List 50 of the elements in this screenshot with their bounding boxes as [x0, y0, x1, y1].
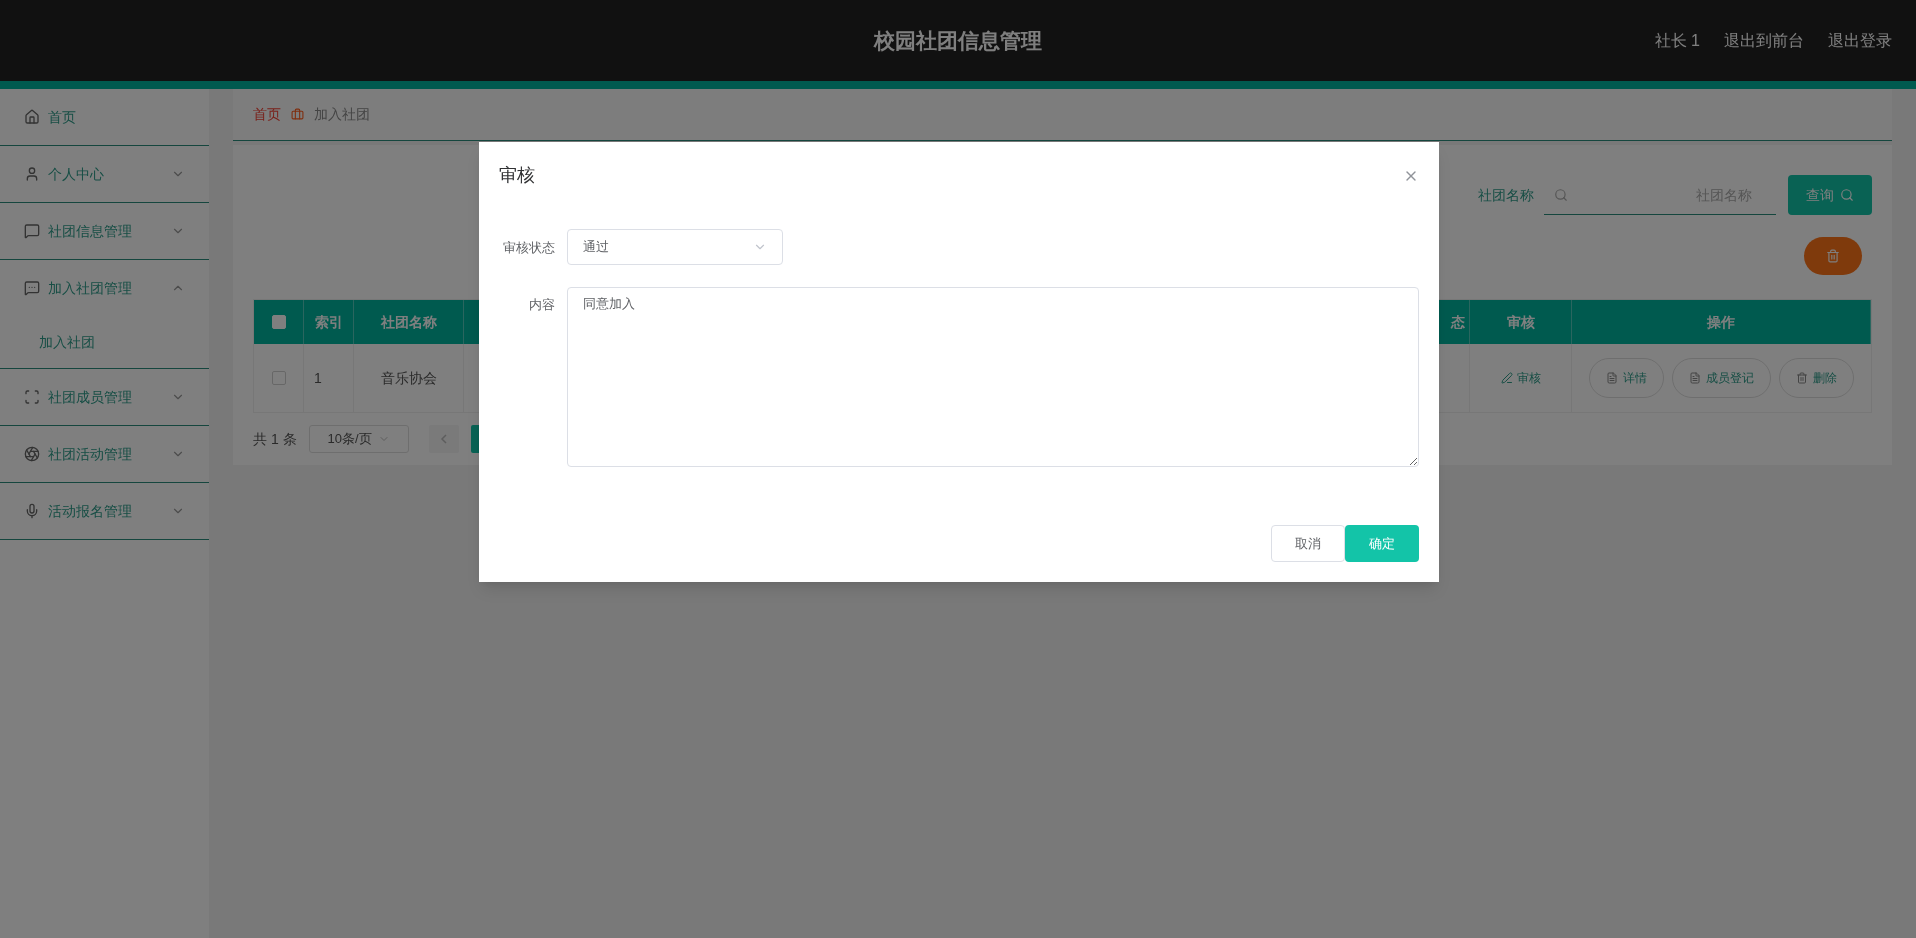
- status-select[interactable]: 通过: [567, 229, 783, 265]
- field-label: 内容: [528, 296, 556, 314]
- aperture-icon: [24, 446, 40, 462]
- document-icon: [1689, 372, 1701, 384]
- confirm-button[interactable]: 确定: [1345, 525, 1419, 562]
- column-header: 审核: [1470, 300, 1572, 344]
- field-label: 审核状态: [502, 239, 556, 257]
- chevron-left-icon: [439, 434, 448, 444]
- submenu-item[interactable]: 加入社团: [0, 316, 209, 368]
- app-title: 校园社团信息管理: [874, 27, 1042, 54]
- previous-page-button[interactable]: [428, 425, 459, 453]
- sidebar-item[interactable]: 社团信息管理: [0, 203, 209, 259]
- chat-icon: [24, 280, 40, 296]
- delete-button[interactable]: [1804, 237, 1862, 275]
- query-button[interactable]: 查询: [1788, 175, 1872, 215]
- review-link[interactable]: 审核: [1500, 369, 1541, 387]
- user-icon: [24, 166, 40, 182]
- scan-icon: [24, 389, 40, 405]
- column-header: 索引: [304, 300, 354, 344]
- microphone-icon: [24, 503, 40, 519]
- chat-icon: [24, 223, 40, 239]
- checkbox[interactable]: [271, 371, 286, 385]
- column-header: 操作: [1572, 300, 1871, 344]
- header-link[interactable]: 社长 1: [1654, 28, 1700, 53]
- sidebar-item[interactable]: 社团活动管理: [0, 426, 209, 482]
- trash-icon: [1826, 249, 1840, 263]
- total-count: 共 1 条: [253, 429, 297, 449]
- column-header: 社团名称: [354, 300, 464, 344]
- document-icon: [1606, 372, 1618, 384]
- table-cell: 1: [304, 344, 354, 412]
- header-link[interactable]: 退出到前台: [1724, 28, 1804, 53]
- pen-icon: [1500, 372, 1513, 384]
- search-label: 社团名称: [1478, 185, 1534, 205]
- content-textarea[interactable]: 同意加入: [567, 287, 1419, 467]
- trash-icon: [1796, 372, 1808, 384]
- home-icon: [24, 109, 40, 125]
- search-icon: [1554, 188, 1568, 202]
- sidebar-item[interactable]: 社团成员管理: [0, 369, 209, 425]
- breadcrumb-link[interactable]: 首页: [253, 104, 281, 125]
- header-link[interactable]: 退出登录: [1828, 28, 1892, 53]
- briefcase-icon: [291, 108, 304, 121]
- sidebar-item[interactable]: 活动报名管理: [0, 483, 209, 539]
- search-icon: [1840, 188, 1854, 202]
- sidebar-item[interactable]: 加入社团管理: [0, 260, 209, 316]
- table-cell: 音乐协会: [354, 344, 464, 412]
- sidebar-item[interactable]: 首页: [0, 89, 209, 145]
- dialog-title: 审核: [499, 164, 535, 187]
- sidebar-item[interactable]: 个人中心: [0, 146, 209, 202]
- page-size-select[interactable]: 10条/页: [308, 425, 409, 453]
- cancel-button[interactable]: 取消: [1271, 525, 1345, 562]
